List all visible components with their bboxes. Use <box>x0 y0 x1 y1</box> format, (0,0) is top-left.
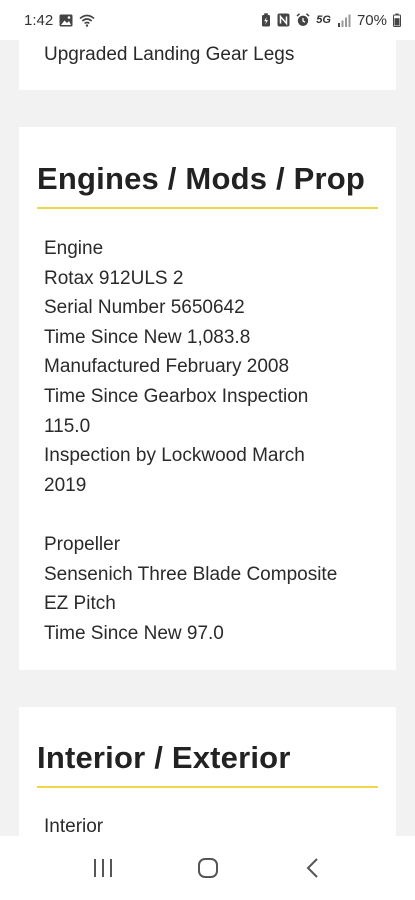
section-title: Interior / Exterior <box>37 740 291 775</box>
engine-line: Time Since New 1,083.8 <box>44 326 251 348</box>
propeller-line: Propeller <box>44 533 121 555</box>
features-card: Upgraded Landing Gear Legs <box>19 40 396 90</box>
status-bar: 1:42 5G 70% <box>0 0 415 40</box>
interior-line: Interior <box>44 816 104 836</box>
alarm-icon <box>296 13 310 27</box>
recent-apps-icon <box>93 859 112 877</box>
battery-percent: 70% <box>356 11 387 29</box>
nfc-icon <box>277 13 290 27</box>
engine-line: Engine <box>44 238 104 259</box>
back-icon <box>306 858 318 878</box>
home-icon <box>197 858 218 878</box>
page-content[interactable]: Upgraded Landing Gear Legs Engines / Mod… <box>0 40 415 836</box>
engine-line: 115.0 <box>44 415 91 437</box>
propeller-line: Sensenich Three Blade Composite <box>44 563 338 585</box>
propeller-line: Time Since New 97.0 <box>44 622 224 644</box>
status-right: 5G 70% <box>261 12 401 29</box>
interior-details: Interior <box>19 788 396 836</box>
engine-line: Serial Number 5650642 <box>44 297 245 319</box>
wifi-icon <box>79 14 95 27</box>
interior-card: Interior / Exterior Interior <box>19 707 396 836</box>
engine-line: Rotax 912ULS 2 <box>44 267 184 289</box>
engine-line: Time Since Gearbox Inspection <box>44 385 309 407</box>
network-type: 5G <box>316 14 331 26</box>
engine-line: Manufactured February 2008 <box>44 356 290 378</box>
status-time: 1:42 <box>24 11 54 29</box>
feature-line: Upgraded Landing Gear Legs <box>44 44 295 65</box>
battery-saver-icon <box>261 13 271 27</box>
recent-apps-button[interactable] <box>73 846 133 890</box>
status-left: 1:42 <box>24 12 95 29</box>
navigation-bar <box>0 836 415 900</box>
propeller-line: EZ Pitch <box>44 593 116 615</box>
engine-line: Inspection by Lockwood March <box>44 445 305 467</box>
battery-icon <box>393 13 401 27</box>
signal-icon <box>337 14 351 27</box>
engines-card: Engines / Mods / Prop Engine Rotax 912UL… <box>19 127 396 670</box>
engine-line: 2019 <box>44 474 87 496</box>
section-title: Engines / Mods / Prop <box>37 161 366 196</box>
back-button[interactable] <box>283 846 343 890</box>
gallery-icon <box>59 14 73 27</box>
home-button[interactable] <box>178 846 238 890</box>
engine-details: Engine Rotax 912ULS 2 Serial Number 5650… <box>19 209 396 648</box>
